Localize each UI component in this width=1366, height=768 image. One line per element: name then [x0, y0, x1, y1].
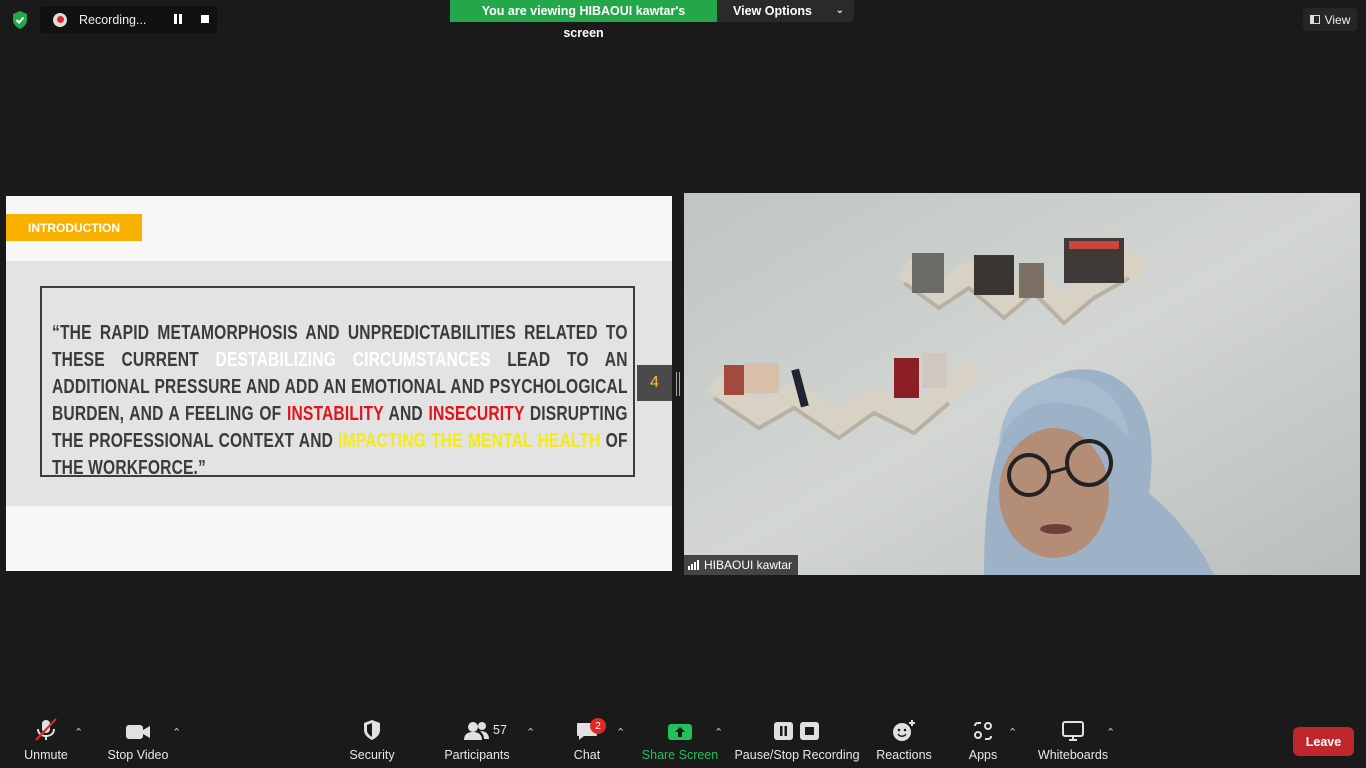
reactions-button[interactable]: Reactions: [874, 712, 934, 768]
unmute-label: Unmute: [24, 748, 68, 762]
quote-highlight-red: instability: [287, 403, 384, 425]
view-options-label: View Options: [733, 4, 812, 18]
stop-video-label: Stop Video: [107, 748, 169, 762]
view-options-button[interactable]: View Options ⌄: [717, 0, 854, 22]
leave-button[interactable]: Leave: [1293, 727, 1354, 756]
whiteboards-button[interactable]: Whiteboards: [1036, 712, 1110, 768]
audio-options-caret-icon[interactable]: ⌃: [74, 726, 83, 739]
video-camera-icon: [124, 712, 152, 742]
chat-options-caret-icon[interactable]: ⌃: [616, 726, 625, 739]
layout-icon: [1309, 15, 1320, 24]
participant-name: HIBAOUI kawtar: [704, 558, 793, 572]
participants-count: 57: [493, 723, 507, 737]
video-feed-image: [684, 193, 1360, 575]
video-options-caret-icon[interactable]: ⌃: [172, 726, 181, 739]
stop-recording-button[interactable]: [201, 15, 209, 23]
emoji-add-icon: [891, 712, 917, 742]
meeting-toolbar: Unmute ⌃ Stop Video ⌃ Security Participa…: [0, 712, 1366, 768]
whiteboard-icon: [1061, 712, 1085, 742]
chevron-down-icon: ⌄: [835, 5, 844, 16]
unmute-button[interactable]: Unmute: [18, 712, 74, 768]
chat-unread-badge: 2: [590, 718, 606, 734]
screen-share-banner: You are viewing HIBAOUI kawtar's screen …: [450, 0, 854, 40]
shared-screen-slide: INTRODUCTION “The rapid metamorphosis an…: [6, 196, 672, 571]
participant-name-tag: HIBAOUI kawtar: [684, 555, 799, 575]
section-tag: INTRODUCTION: [6, 214, 142, 241]
apps-label: Apps: [968, 748, 998, 762]
quote-box: “The rapid metamorphosis and unpredictab…: [40, 286, 635, 479]
pause-stop-icons: [773, 712, 821, 742]
share-screen-icon: [667, 712, 693, 742]
whiteboards-label: Whiteboards: [1037, 748, 1109, 762]
pause-recording-button[interactable]: [174, 14, 182, 24]
recording-dot-icon: [53, 12, 67, 27]
participants-button[interactable]: Participants: [444, 712, 510, 768]
quote-highlight-white: destabilizing circumstances: [215, 349, 491, 371]
view-button-label: View: [1324, 12, 1351, 27]
reactions-label: Reactions: [876, 748, 932, 762]
apps-button[interactable]: Apps: [966, 712, 1000, 768]
signal-bars-icon: [688, 560, 699, 570]
pause-stop-recording-button[interactable]: Pause/Stop Recording: [734, 712, 860, 768]
slide-content-band: “The rapid metamorphosis and unpredictab…: [6, 261, 672, 506]
security-button[interactable]: Security: [344, 712, 400, 768]
participants-options-caret-icon[interactable]: ⌃: [526, 726, 535, 739]
viewing-screen-text: You are viewing HIBAOUI kawtar's screen: [450, 0, 717, 40]
recording-indicator: Recording...: [40, 6, 217, 33]
split-view-handle[interactable]: [676, 372, 680, 396]
share-screen-button[interactable]: Share Screen: [641, 712, 719, 768]
participants-label: Participants: [444, 748, 510, 762]
share-options-caret-icon[interactable]: ⌃: [714, 726, 723, 739]
participants-icon: [463, 712, 491, 742]
whiteboards-options-caret-icon[interactable]: ⌃: [1106, 726, 1115, 739]
security-shield-icon[interactable]: [9, 9, 31, 31]
security-label: Security: [349, 748, 395, 762]
pause-stop-recording-label: Pause/Stop Recording: [734, 748, 860, 762]
share-screen-label: Share Screen: [641, 748, 719, 762]
stop-video-button[interactable]: Stop Video: [106, 712, 170, 768]
recording-label: Recording...: [79, 12, 147, 27]
quote-text: “The rapid metamorphosis and unpredictab…: [52, 320, 628, 482]
muted-microphone-icon: [33, 712, 59, 742]
view-button[interactable]: View: [1303, 8, 1357, 31]
shield-icon: [361, 712, 383, 742]
apps-options-caret-icon[interactable]: ⌃: [1008, 726, 1017, 739]
slide-page-number: 4: [637, 365, 672, 401]
participant-video[interactable]: HIBAOUI kawtar: [684, 193, 1360, 575]
apps-icon: [972, 712, 994, 742]
chat-label: Chat: [573, 748, 601, 762]
quote-highlight-yellow: impacting the mental health: [338, 430, 601, 452]
quote-part: and: [383, 403, 429, 425]
quote-highlight-red: insecurity: [428, 403, 525, 425]
